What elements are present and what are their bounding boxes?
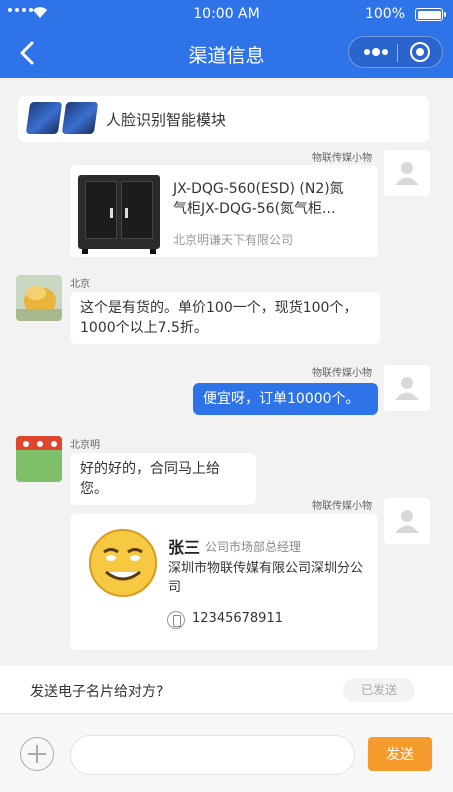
product-summary-card[interactable]: 人脸识别智能模块 xyxy=(18,96,429,142)
sender-name: 物联传媒小物 xyxy=(312,501,372,512)
battery-percent: 100% xyxy=(364,6,405,22)
phone-icon xyxy=(167,611,185,629)
product-summary-text: 人脸识别智能模块 xyxy=(106,111,227,129)
more-dots-icon[interactable] xyxy=(363,47,389,57)
sender-name: 物联传媒小物 xyxy=(312,153,372,164)
avatar-image xyxy=(16,436,62,482)
avatar-image xyxy=(16,275,62,321)
message-input[interactable] xyxy=(70,735,355,775)
user-placeholder-icon xyxy=(395,162,419,185)
contact-avatar[interactable] xyxy=(16,275,62,321)
capsule-divider xyxy=(397,44,398,62)
status-bar: 10:00 AM 100% xyxy=(0,0,453,28)
product-card[interactable]: JX-DQG-560(ESD) (N2)氮气柜JX-DQG-56(氮气柜... … xyxy=(70,165,378,257)
close-target-icon[interactable] xyxy=(410,42,430,62)
user-placeholder-icon xyxy=(395,510,419,533)
sender-name: 北京明 xyxy=(70,440,100,451)
message-bubble: 好的好的，合同马上给您。 xyxy=(70,453,256,505)
send-button[interactable]: 发送 xyxy=(368,737,432,771)
sender-name: 物联传媒小物 xyxy=(312,368,372,379)
module-chip-image xyxy=(25,102,63,134)
product-name: JX-DQG-560(ESD) (N2)氮气柜JX-DQG-56(氮气柜... xyxy=(173,181,344,217)
product-shop: 北京明谦天下有限公司 xyxy=(173,233,294,247)
plus-icon[interactable] xyxy=(20,737,54,771)
smiley-avatar-icon xyxy=(89,529,157,597)
user-avatar[interactable] xyxy=(384,365,430,411)
sender-name: 北京 xyxy=(70,279,90,290)
send-card-question: 发送电子名片给对方? xyxy=(30,684,164,700)
nav-bar: 渠道信息 xyxy=(0,28,453,78)
nitrogen-cabinet-image xyxy=(78,175,160,254)
contact-avatar[interactable] xyxy=(16,436,62,482)
business-card[interactable]: 张三 公司市场部总经理 深圳市物联传媒有限公司深圳分公司 12345678911 xyxy=(70,514,378,650)
card-name: 张三 xyxy=(168,538,201,557)
message-bubble: 这个是有货的。单价100一个，现货100个，1000个以上7.5折。 xyxy=(70,292,380,344)
message-bubble: 便宜呀，订单10000个。 xyxy=(193,383,378,415)
card-job-title: 公司市场部总经理 xyxy=(205,540,302,554)
sent-status-button[interactable]: 已发送 xyxy=(343,678,415,702)
user-avatar[interactable] xyxy=(384,498,430,544)
send-card-confirm-bar: 发送电子名片给对方? 已发送 xyxy=(0,666,453,714)
input-bar: 发送 xyxy=(0,715,453,792)
miniapp-capsule xyxy=(348,36,443,68)
battery-icon xyxy=(415,8,446,21)
card-company: 深圳市物联传媒有限公司深圳分公司 xyxy=(168,561,364,595)
module-chip-image xyxy=(61,102,99,134)
user-placeholder-icon xyxy=(395,377,419,400)
card-phone[interactable]: 12345678911 xyxy=(192,611,283,626)
user-avatar[interactable] xyxy=(384,150,430,196)
